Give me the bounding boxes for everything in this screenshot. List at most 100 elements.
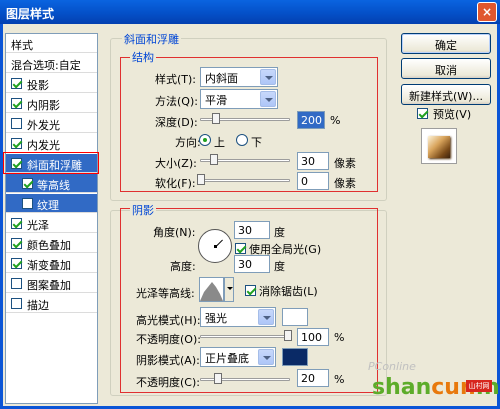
style-item-outer-glow[interactable]: 外发光 — [6, 114, 97, 133]
stroke-checkbox[interactable] — [11, 298, 22, 309]
highlight-mode-label: 高光模式(H): — [136, 314, 201, 327]
highlight-opacity-label: 不透明度(O): — [136, 333, 201, 346]
global-light-checkbox[interactable] — [235, 243, 246, 254]
preview-label: 预览(V) — [433, 108, 472, 121]
size-label: 大小(Z): — [155, 157, 197, 170]
shadow-opacity-label: 不透明度(C): — [136, 376, 200, 389]
style-item-label: 光泽 — [27, 219, 49, 232]
style-item-satin[interactable]: 光泽 — [6, 214, 97, 233]
bevel-style-select[interactable]: 内斜面 — [200, 67, 278, 87]
close-button[interactable]: × — [477, 2, 497, 22]
shadow-color-swatch[interactable] — [282, 348, 308, 366]
soften-unit: 像素 — [334, 177, 356, 190]
highlight-mode-value: 强光 — [205, 312, 227, 325]
soften-input[interactable]: 0 — [297, 172, 329, 190]
contour-curve-icon — [200, 282, 223, 301]
style-item-inner-glow[interactable]: 内发光 — [6, 134, 97, 153]
style-item-label: 等高线 — [37, 179, 70, 192]
pattern-overlay-checkbox[interactable] — [11, 278, 22, 289]
direction-label: 方向: — [175, 136, 201, 149]
technique-select[interactable]: 平滑 — [200, 89, 278, 109]
inner-shadow-checkbox[interactable] — [11, 98, 22, 109]
chevron-down-icon — [258, 349, 274, 365]
shadow-opacity-input[interactable]: 20 — [297, 369, 329, 387]
highlight-color-swatch[interactable] — [282, 308, 308, 326]
depth-label: 深度(D): — [155, 116, 198, 129]
technique-value: 平滑 — [205, 94, 227, 107]
soften-label: 软化(F): — [155, 177, 196, 190]
gloss-contour-preview[interactable] — [199, 277, 224, 302]
highlight-opacity-input[interactable]: 100 — [297, 328, 329, 346]
shadow-opacity-slider-thumb[interactable] — [214, 373, 222, 384]
styles-header[interactable]: 样式 — [6, 34, 97, 53]
close-icon: × — [481, 5, 493, 19]
outer-glow-checkbox[interactable] — [11, 118, 22, 129]
contour-checkbox[interactable] — [22, 178, 33, 189]
angle-input[interactable]: 30 — [234, 221, 270, 239]
texture-checkbox[interactable] — [22, 198, 33, 209]
bevel-emboss-title: 斜面和浮雕 — [122, 31, 181, 47]
bevel-style-value: 内斜面 — [205, 72, 238, 85]
soften-slider[interactable] — [200, 179, 290, 182]
style-preview-thumbnail — [421, 128, 457, 164]
altitude-unit: 度 — [274, 260, 285, 273]
highlight-mode-select[interactable]: 强光 — [200, 307, 276, 327]
size-input[interactable]: 30 — [297, 152, 329, 170]
direction-down-radio[interactable] — [236, 134, 248, 146]
shadow-mode-select[interactable]: 正片叠底 — [200, 347, 276, 367]
new-style-button[interactable]: 新建样式(W)... — [401, 84, 491, 105]
style-item-label: 外发光 — [27, 119, 60, 132]
style-item-label: 颜色叠加 — [27, 239, 71, 252]
depth-slider-thumb[interactable] — [212, 113, 220, 124]
satin-checkbox[interactable] — [11, 218, 22, 229]
ok-button[interactable]: 确定 — [401, 33, 491, 54]
style-item-label: 投影 — [27, 79, 49, 92]
window-title: 图层样式 — [6, 7, 55, 21]
gloss-contour-dropdown[interactable] — [224, 277, 234, 302]
blend-options-item[interactable]: 混合选项:自定 — [6, 54, 97, 73]
style-item-contour[interactable]: 等高线 — [6, 174, 97, 193]
structure-title: 结构 — [130, 49, 156, 65]
altitude-input[interactable]: 30 — [234, 255, 270, 273]
color-overlay-checkbox[interactable] — [11, 238, 22, 249]
direction-up-radio[interactable] — [199, 134, 211, 146]
chevron-down-icon — [258, 309, 274, 325]
inner-glow-checkbox[interactable] — [11, 138, 22, 149]
window-frame-left — [0, 24, 3, 409]
style-item-texture[interactable]: 纹理 — [6, 194, 97, 213]
gradient-overlay-checkbox[interactable] — [11, 258, 22, 269]
shading-title: 阴影 — [130, 202, 156, 218]
highlight-opacity-slider-thumb[interactable] — [284, 330, 292, 341]
soften-slider-thumb[interactable] — [197, 174, 205, 185]
depth-input[interactable]: 200 — [297, 111, 325, 129]
selection-highlight-box — [3, 152, 99, 174]
shadow-mode-label: 阴影模式(A): — [136, 354, 200, 367]
style-item-color-overlay[interactable]: 颜色叠加 — [6, 234, 97, 253]
size-unit: 像素 — [334, 157, 356, 170]
altitude-label: 高度: — [170, 260, 196, 273]
angle-label: 角度(N): — [153, 226, 196, 239]
pconline-watermark: PConline — [368, 360, 416, 373]
drop-shadow-checkbox[interactable] — [11, 78, 22, 89]
technique-label: 方法(Q): — [155, 95, 198, 108]
style-item-label: 纹理 — [37, 199, 59, 212]
gloss-contour-label: 光泽等高线: — [136, 287, 195, 300]
style-item-inner-shadow[interactable]: 内阴影 — [6, 94, 97, 113]
style-item-drop-shadow[interactable]: 投影 — [6, 74, 97, 93]
highlight-opacity-slider[interactable] — [200, 335, 290, 338]
style-item-pattern-overlay[interactable]: 图案叠加 — [6, 274, 97, 293]
angle-unit: 度 — [274, 226, 285, 239]
size-slider-thumb[interactable] — [210, 154, 218, 165]
antialias-checkbox[interactable] — [245, 285, 256, 296]
style-item-label: 内发光 — [27, 139, 60, 152]
highlight-opacity-unit: % — [334, 331, 345, 344]
cancel-button[interactable]: 取消 — [401, 58, 491, 79]
bevel-style-label: 样式(T): — [155, 73, 197, 86]
angle-center — [214, 245, 217, 248]
angle-dial[interactable] — [198, 229, 232, 263]
style-item-stroke[interactable]: 描边 — [6, 294, 97, 313]
preview-checkbox[interactable] — [417, 108, 428, 119]
chevron-down-icon — [260, 91, 276, 107]
preview-swatch — [428, 136, 450, 158]
style-item-gradient-overlay[interactable]: 渐变叠加 — [6, 254, 97, 273]
